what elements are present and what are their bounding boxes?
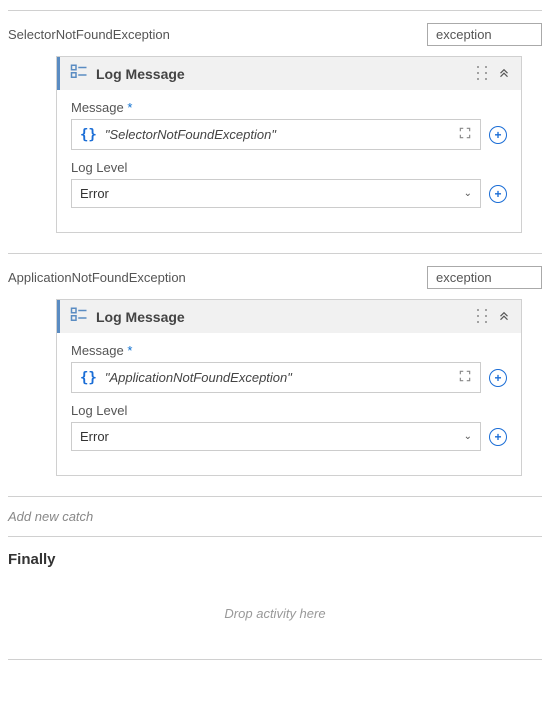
expression-icon: {} (80, 127, 97, 143)
catch-block: ApplicationNotFoundException exception L… (8, 253, 542, 496)
chevron-down-icon: ⌄ (464, 188, 472, 199)
activity-card[interactable]: Log Message Message {} "ApplicationNotFo… (56, 299, 522, 476)
log-message-icon (70, 63, 96, 84)
add-new-catch[interactable]: Add new catch (8, 496, 542, 536)
activity-card[interactable]: Log Message Message {} "SelectorNotFound… (56, 56, 522, 233)
loglevel-value: Error (80, 186, 109, 201)
catch-header[interactable]: ApplicationNotFoundException exception (8, 262, 542, 299)
message-label: Message (71, 100, 507, 115)
message-expression-input[interactable]: {} "SelectorNotFoundException" (71, 119, 481, 150)
catch-header[interactable]: SelectorNotFoundException exception (8, 19, 542, 56)
chevron-down-icon: ⌄ (464, 431, 472, 442)
activity-title: Log Message (96, 66, 477, 82)
exception-type-input[interactable]: exception (427, 23, 542, 46)
message-input-row: {} "SelectorNotFoundException" + (71, 119, 507, 150)
exception-type-input[interactable]: exception (427, 266, 542, 289)
activity-header[interactable]: Log Message (57, 57, 521, 90)
loglevel-input-row: Error ⌄ + (71, 422, 507, 451)
loglevel-label: Log Level (71, 160, 507, 175)
catch-block: SelectorNotFoundException exception Log … (8, 10, 542, 253)
add-icon[interactable]: + (489, 428, 507, 446)
exception-name: ApplicationNotFoundException (8, 270, 186, 285)
divider (8, 659, 542, 660)
expand-icon[interactable] (458, 369, 472, 386)
drop-activity-zone[interactable]: Drop activity here (8, 596, 542, 631)
activity-header[interactable]: Log Message (57, 300, 521, 333)
activity-body: Message {} "SelectorNotFoundException" +… (57, 90, 521, 232)
finally-title: Finally (8, 551, 542, 568)
loglevel-dropdown[interactable]: Error ⌄ (71, 179, 481, 208)
menu-dots-icon[interactable] (477, 66, 487, 81)
add-icon[interactable]: + (489, 126, 507, 144)
expand-icon[interactable] (458, 126, 472, 143)
add-icon[interactable]: + (489, 185, 507, 203)
loglevel-value: Error (80, 429, 109, 444)
message-label: Message (71, 343, 507, 358)
menu-dots-icon[interactable] (477, 309, 487, 324)
exception-name: SelectorNotFoundException (8, 27, 170, 42)
activity-title: Log Message (96, 309, 477, 325)
activity-body: Message {} "ApplicationNotFoundException… (57, 333, 521, 475)
finally-block: Finally Drop activity here (8, 536, 542, 645)
message-input-row: {} "ApplicationNotFoundException" + (71, 362, 507, 393)
message-value: "ApplicationNotFoundException" (105, 370, 292, 385)
collapse-icon[interactable] (497, 308, 511, 325)
log-message-icon (70, 306, 96, 327)
loglevel-label: Log Level (71, 403, 507, 418)
loglevel-dropdown[interactable]: Error ⌄ (71, 422, 481, 451)
message-value: "SelectorNotFoundException" (105, 127, 276, 142)
message-expression-input[interactable]: {} "ApplicationNotFoundException" (71, 362, 481, 393)
add-icon[interactable]: + (489, 369, 507, 387)
loglevel-input-row: Error ⌄ + (71, 179, 507, 208)
collapse-icon[interactable] (497, 65, 511, 82)
expression-icon: {} (80, 370, 97, 386)
